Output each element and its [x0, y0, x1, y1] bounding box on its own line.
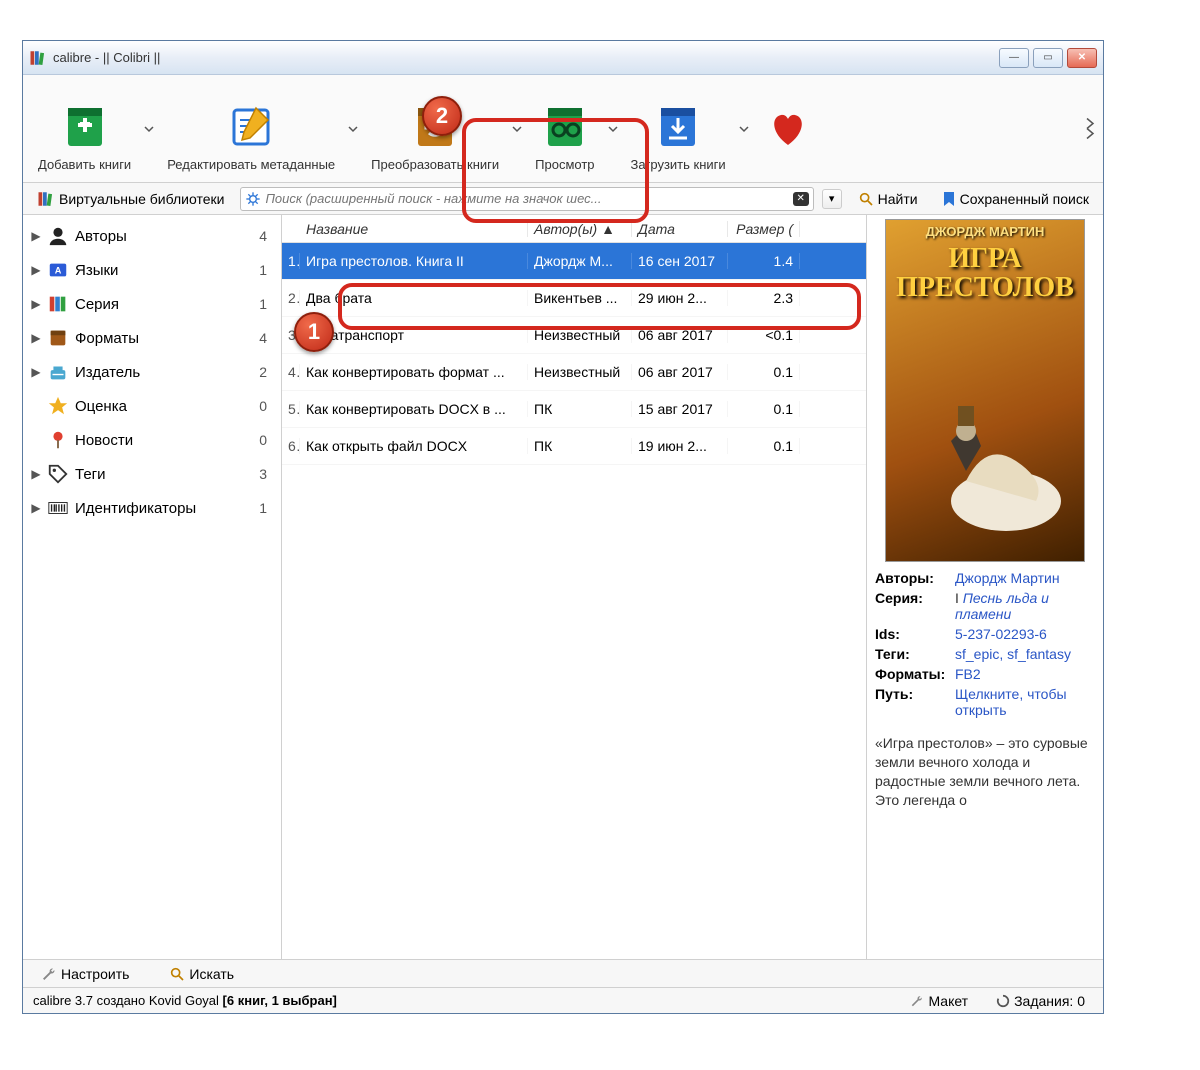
- table-row[interactable]: 6Как открыть файл DOCXПК19 июн 2...0.1: [282, 428, 866, 465]
- table-row[interactable]: 4Как конвертировать формат ...Неизвестны…: [282, 354, 866, 391]
- publisher-icon: [47, 361, 69, 383]
- sidebar-item[interactable]: Оценка0: [23, 389, 281, 423]
- add-books-button[interactable]: Добавить книги: [27, 79, 142, 179]
- donate-button[interactable]: [751, 79, 825, 179]
- bookmark-icon: [942, 191, 956, 207]
- books-icon: [37, 190, 55, 208]
- view-button[interactable]: Просмотр: [524, 79, 605, 179]
- clear-search-icon[interactable]: ✕: [793, 192, 809, 206]
- rating-icon: [47, 395, 69, 417]
- view-icon: [539, 101, 591, 153]
- wrench-icon: [41, 966, 57, 982]
- lang-icon: A: [47, 259, 69, 281]
- convert-books-dropdown[interactable]: [510, 124, 524, 134]
- series-icon: [47, 293, 69, 315]
- book-list: Название Автор(ы) ▲ Дата Размер ( 1Игра …: [282, 215, 866, 959]
- download-books-dropdown[interactable]: [737, 124, 751, 134]
- download-icon: [652, 101, 704, 153]
- virtual-libraries-button[interactable]: Виртуальные библиотеки: [29, 188, 232, 210]
- app-icon: [29, 49, 47, 67]
- sidebar-item[interactable]: ▶Издатель2: [23, 355, 281, 389]
- window-title: calibre - || Colibri ||: [53, 50, 999, 65]
- sidebar-item[interactable]: ▶Идентификаторы1: [23, 491, 281, 525]
- col-title[interactable]: Название: [300, 221, 528, 237]
- add-books-dropdown[interactable]: [142, 124, 156, 134]
- id-icon: [47, 497, 69, 519]
- layout-button[interactable]: Макет: [902, 991, 976, 1011]
- add-book-icon: [59, 101, 111, 153]
- maximize-button[interactable]: ▭: [1033, 48, 1063, 68]
- status-bar: calibre 3.7 создано Kovid Goyal [6 книг,…: [23, 987, 1103, 1013]
- table-header[interactable]: Название Автор(ы) ▲ Дата Размер (: [282, 215, 866, 243]
- meta-tags-link[interactable]: sf_epic, sf_fantasy: [955, 646, 1095, 662]
- main-area: ▶Авторы4▶AЯзыки1▶Серия1▶Форматы4▶Издател…: [23, 215, 1103, 959]
- author-icon: [47, 225, 69, 247]
- sidebar-item[interactable]: ▶Форматы4: [23, 321, 281, 355]
- edit-icon: [225, 101, 277, 153]
- edit-metadata-button[interactable]: Редактировать метаданные: [156, 79, 346, 179]
- find-button[interactable]: Найти: [850, 189, 926, 209]
- sidebar-item[interactable]: Новости0: [23, 423, 281, 457]
- table-row[interactable]: 2Два братаВикентьев ...29 июн 2...2.3: [282, 280, 866, 317]
- jobs-button[interactable]: Задания: 0: [988, 991, 1093, 1011]
- search-icon: [169, 966, 185, 982]
- details-panel: ДЖОРДЖ МАРТИН ИГРА ПРЕСТОЛОВ Авторы:Джор…: [866, 215, 1103, 959]
- download-books-button[interactable]: Загрузить книги: [620, 79, 737, 179]
- spinner-icon: [996, 994, 1010, 1008]
- toolbar-overflow[interactable]: [1083, 114, 1097, 143]
- sidebar-item[interactable]: ▶Авторы4: [23, 219, 281, 253]
- search-icon: [858, 191, 874, 207]
- svg-text:A: A: [55, 266, 62, 276]
- table-row[interactable]: 1Игра престолов. Книга IIДжордж М...16 с…: [282, 243, 866, 280]
- cover-image[interactable]: ДЖОРДЖ МАРТИН ИГРА ПРЕСТОЛОВ: [885, 219, 1085, 562]
- table-row[interactable]: 3АвиатранспортНеизвестный06 авг 2017<0.1: [282, 317, 866, 354]
- meta-formats-link[interactable]: FB2: [955, 666, 1095, 682]
- gear-icon[interactable]: [245, 191, 261, 207]
- meta-author-link[interactable]: Джордж Мартин: [955, 570, 1095, 586]
- format-icon: [47, 327, 69, 349]
- minimize-button[interactable]: —: [999, 48, 1029, 68]
- meta-series-link[interactable]: I Песнь льда и пламени: [955, 590, 1095, 622]
- metadata: Авторы:Джордж Мартин Серия:I Песнь льда …: [867, 570, 1103, 730]
- sub-toolbar: Виртуальные библиотеки ✕ ▾ Найти Сохране…: [23, 183, 1103, 215]
- callout-badge-2: 2: [422, 96, 462, 136]
- search-bottom-button[interactable]: Искать: [161, 964, 242, 984]
- tag-browser[interactable]: ▶Авторы4▶AЯзыки1▶Серия1▶Форматы4▶Издател…: [23, 215, 282, 959]
- view-dropdown[interactable]: [606, 124, 620, 134]
- callout-badge-1: 1: [294, 312, 334, 352]
- table-row[interactable]: 5Как конвертировать DOCX в ...ПК15 авг 2…: [282, 391, 866, 428]
- sidebar-item[interactable]: ▶Серия1: [23, 287, 281, 321]
- search-dropdown[interactable]: ▾: [822, 189, 842, 209]
- configure-button[interactable]: Настроить: [33, 964, 137, 984]
- col-date[interactable]: Дата: [632, 221, 728, 237]
- sidebar-item[interactable]: ▶AЯзыки1: [23, 253, 281, 287]
- saved-search-button[interactable]: Сохраненный поиск: [934, 189, 1097, 209]
- edit-metadata-dropdown[interactable]: [346, 124, 360, 134]
- table-body[interactable]: 1Игра престолов. Книга IIДжордж М...16 с…: [282, 243, 866, 959]
- sidebar-item[interactable]: ▶Теги3: [23, 457, 281, 491]
- search-box[interactable]: ✕: [240, 187, 813, 211]
- news-icon: [47, 429, 69, 451]
- col-author[interactable]: Автор(ы) ▲: [528, 221, 632, 237]
- col-size[interactable]: Размер (: [728, 221, 800, 237]
- tag-icon: [47, 463, 69, 485]
- meta-path-link[interactable]: Щелкните, чтобы открыть: [955, 686, 1095, 718]
- cover-art: [896, 391, 1076, 541]
- app-window: calibre - || Colibri || — ▭ ✕ Добавить к…: [22, 40, 1104, 1014]
- bottom-bar: Настроить Искать: [23, 959, 1103, 987]
- close-button[interactable]: ✕: [1067, 48, 1097, 68]
- search-input[interactable]: [265, 191, 788, 206]
- wrench-icon: [910, 994, 924, 1008]
- main-toolbar: Добавить книги Редактировать метаданные …: [23, 75, 1103, 183]
- heart-icon: [762, 102, 814, 154]
- titlebar[interactable]: calibre - || Colibri || — ▭ ✕: [23, 41, 1103, 75]
- meta-ids-link[interactable]: 5-237-02293-6: [955, 626, 1095, 642]
- status-text: calibre 3.7 создано Kovid Goyal [6 книг,…: [33, 993, 902, 1008]
- description: «Игра престолов» – это суровые земли веч…: [867, 730, 1103, 814]
